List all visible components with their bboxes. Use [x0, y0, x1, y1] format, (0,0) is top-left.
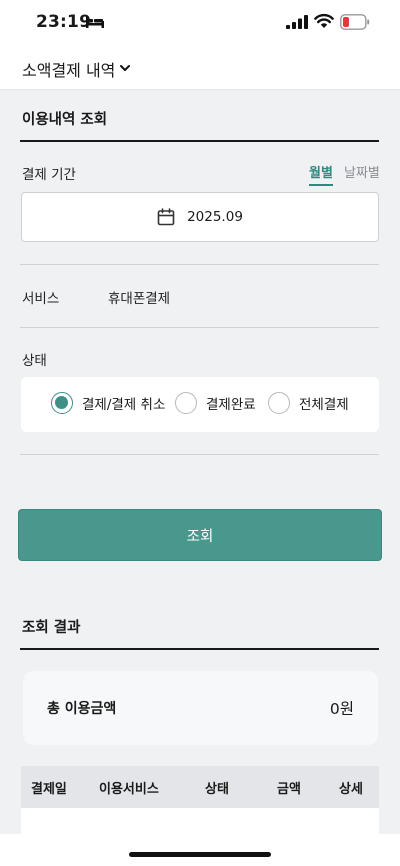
radio-option-all-payments[interactable]: 전체결제	[268, 392, 349, 414]
page-title-dropdown[interactable]: 소액결제 내역	[22, 57, 115, 81]
radio-button[interactable]	[175, 392, 197, 414]
date-value: 2025.09	[187, 209, 243, 225]
tab-daily[interactable]: 날짜별	[344, 162, 380, 184]
column-header-service: 이용서비스	[99, 782, 159, 797]
column-header-status: 상태	[205, 782, 229, 797]
column-header-detail: 상세	[339, 782, 363, 797]
divider	[20, 264, 379, 265]
service-label: 서비스	[22, 291, 60, 307]
results-section-title: 조회 결과	[22, 620, 81, 636]
radio-button[interactable]	[268, 392, 290, 414]
radio-option-payment-cancel[interactable]: 결제/결제 취소	[51, 392, 165, 414]
tab-monthly[interactable]: 월별	[309, 162, 333, 186]
radio-option-payment-complete[interactable]: 결제완료	[175, 392, 256, 414]
home-indicator[interactable]	[129, 852, 271, 857]
period-label: 결제 기간	[22, 167, 76, 183]
signal-icon	[286, 15, 308, 29]
radio-label: 결제완료	[206, 397, 256, 413]
results-table-header: 결제일 이용서비스 상태 금액 상세	[21, 766, 379, 808]
app-header: 소액결제 내역	[0, 48, 400, 90]
status-time: 23:19	[36, 12, 92, 32]
battery-icon	[340, 14, 370, 30]
chevron-down-icon[interactable]	[118, 61, 132, 75]
radio-label: 전체결제	[299, 397, 349, 413]
radio-button[interactable]	[51, 392, 73, 414]
divider	[20, 454, 379, 455]
total-amount-label: 총 이용금액	[47, 701, 117, 717]
total-amount-value: 0원	[329, 700, 354, 718]
section-divider	[20, 648, 379, 650]
wifi-icon	[314, 13, 334, 28]
calendar-icon	[157, 208, 175, 226]
search-button[interactable]: 조회	[18, 509, 382, 561]
status-bar: 23:19	[0, 0, 400, 48]
divider	[20, 327, 379, 328]
inquiry-section-title: 이용내역 조회	[22, 112, 108, 128]
radio-label: 결제/결제 취소	[82, 397, 166, 413]
column-header-amount: 금액	[277, 782, 301, 797]
total-amount-card: 총 이용금액 0원	[23, 671, 378, 745]
section-divider	[20, 140, 379, 142]
column-header-payment-date: 결제일	[31, 782, 67, 797]
status-radio-group: 결제/결제 취소 결제완료 전체결제	[21, 377, 379, 432]
date-picker[interactable]: 2025.09	[21, 192, 379, 242]
bed-icon	[86, 16, 104, 28]
status-label: 상태	[22, 353, 47, 369]
service-value: 휴대폰결제	[108, 291, 171, 307]
home-bar-area	[0, 834, 400, 866]
